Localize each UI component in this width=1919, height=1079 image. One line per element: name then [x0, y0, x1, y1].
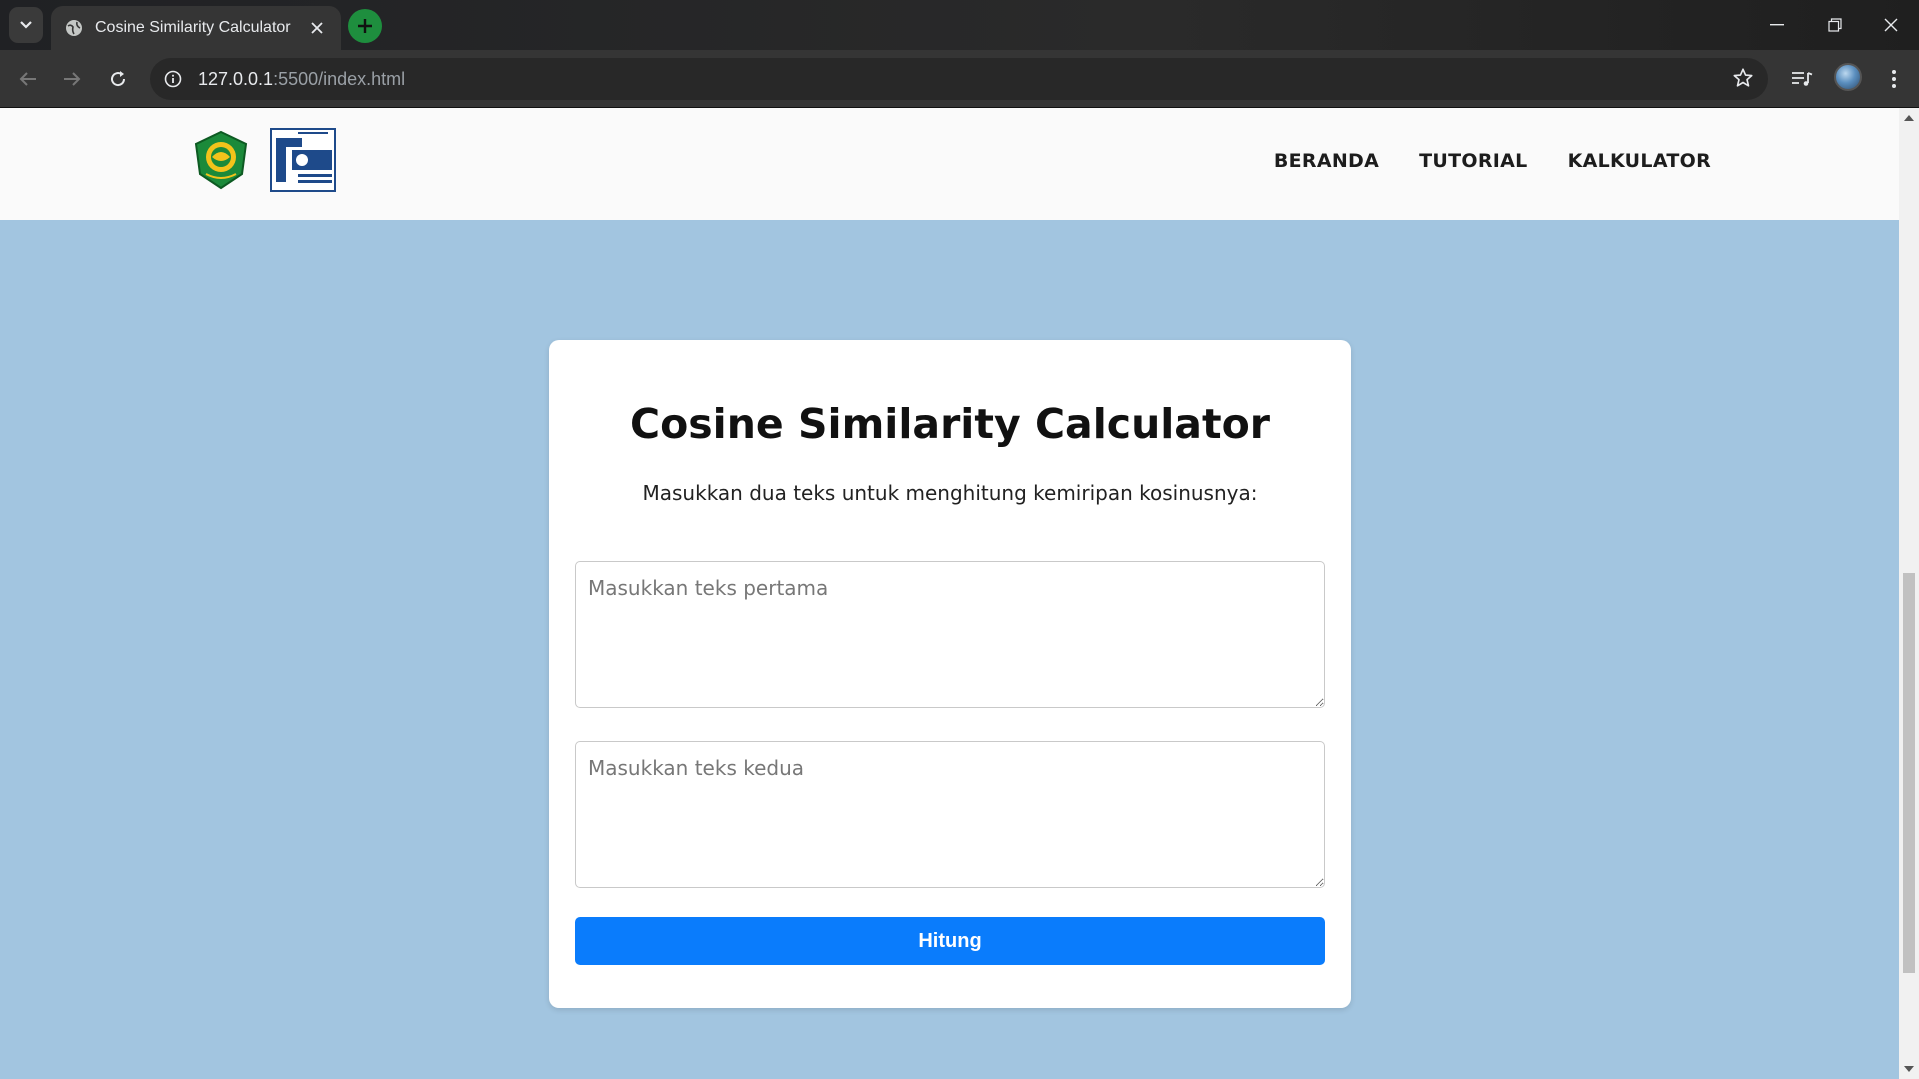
nav-kalkulator[interactable]: KALKULATOR — [1568, 150, 1711, 172]
scrollbar-thumb[interactable] — [1903, 573, 1915, 973]
browser-menu-button[interactable] — [1876, 61, 1912, 97]
nav-tutorial[interactable]: TUTORIAL — [1419, 150, 1527, 172]
browser-tab-active[interactable]: Cosine Similarity Calculator — [51, 6, 341, 50]
reload-icon — [111, 71, 126, 87]
tab-search-button[interactable] — [9, 7, 43, 43]
main-nav: BERANDA TUTORIAL KALKULATOR — [1274, 150, 1711, 172]
restore-button[interactable] — [1806, 0, 1864, 50]
new-tab-button[interactable] — [348, 9, 382, 43]
chevron-down-icon — [20, 21, 32, 29]
close-window-button[interactable] — [1862, 0, 1919, 50]
address-bar[interactable]: 127.0.0.1:5500/index.html — [150, 58, 1768, 100]
first-text-input[interactable] — [575, 561, 1325, 708]
nav-beranda[interactable]: BERANDA — [1274, 150, 1379, 172]
close-icon — [1884, 18, 1898, 32]
back-button[interactable] — [10, 61, 46, 97]
info-icon[interactable] — [164, 70, 182, 88]
second-text-input[interactable] — [575, 741, 1325, 888]
playlist-music-icon — [1792, 72, 1813, 86]
browser-toolbar: 127.0.0.1:5500/index.html — [0, 50, 1919, 108]
site-header: BERANDA TUTORIAL KALKULATOR — [0, 108, 1899, 220]
forward-button[interactable] — [54, 61, 90, 97]
page-viewport: BERANDA TUTORIAL KALKULATOR Cosine Simil… — [0, 108, 1899, 1079]
page-scrollbar[interactable] — [1899, 108, 1919, 1079]
minimize-button[interactable] — [1748, 0, 1806, 50]
page-title: Cosine Similarity Calculator — [630, 400, 1270, 448]
browser-tabstrip: Cosine Similarity Calculator — [0, 0, 1919, 50]
media-control-button[interactable] — [1784, 61, 1820, 97]
plus-icon — [358, 19, 372, 33]
restore-icon — [1828, 18, 1842, 32]
calculator-instructions: Masukkan dua teks untuk menghitung kemir… — [642, 481, 1258, 505]
university-logo[interactable] — [192, 130, 250, 190]
minimize-icon — [1770, 24, 1784, 26]
more-vert-icon — [1892, 70, 1896, 88]
reload-button[interactable] — [100, 61, 136, 97]
close-tab-icon[interactable] — [307, 18, 327, 38]
calculate-button[interactable]: Hitung — [575, 917, 1325, 965]
url-text: 127.0.0.1:5500/index.html — [198, 68, 406, 89]
tab-title: Cosine Similarity Calculator — [95, 19, 291, 36]
department-logo[interactable] — [270, 128, 336, 192]
profile-avatar[interactable] — [1834, 63, 1862, 91]
scroll-up-icon[interactable] — [1903, 112, 1915, 124]
bookmark-star-icon[interactable] — [1732, 67, 1754, 93]
scroll-down-icon[interactable] — [1903, 1063, 1915, 1075]
arrow-right-icon — [64, 72, 81, 86]
globe-icon — [65, 19, 83, 37]
arrow-left-icon — [19, 72, 36, 86]
calculator-card: Cosine Similarity Calculator Masukkan du… — [549, 340, 1351, 1008]
